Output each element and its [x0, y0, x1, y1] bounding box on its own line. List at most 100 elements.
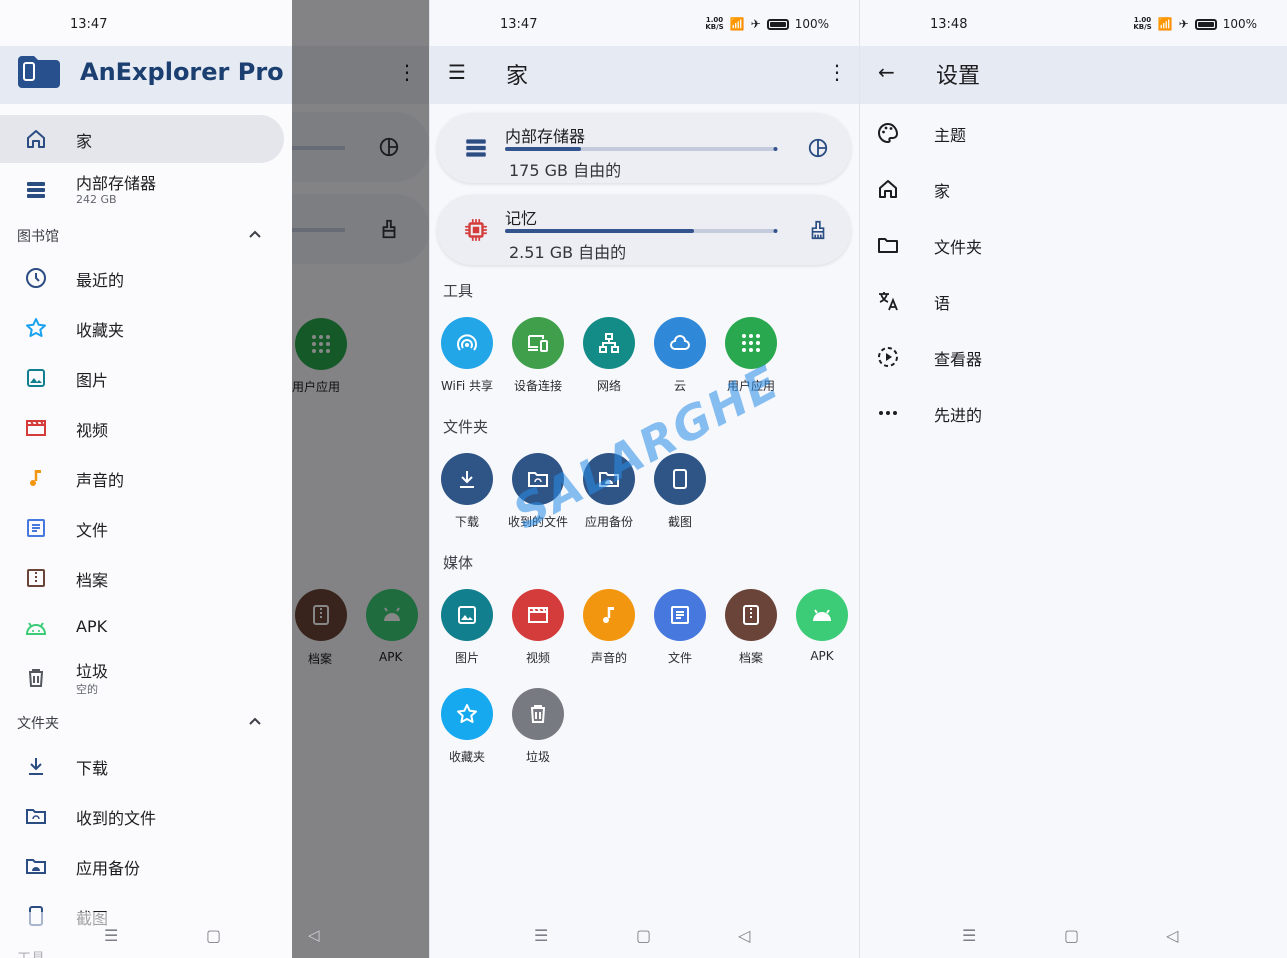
media-trash[interactable]: 垃圾	[503, 688, 573, 765]
drawer-item-label: 垃圾	[76, 662, 109, 681]
tile-circle	[583, 589, 635, 641]
drawer-screen: ⋮ 用户应用 档案 APK ◁ 13:47 AnExplorer Pro 家 内…	[0, 0, 429, 958]
section-folders: 文件夹	[17, 716, 59, 732]
media-images[interactable]: 图片	[432, 589, 502, 666]
devices-icon	[528, 335, 548, 352]
nav-menu-icon[interactable]: ☰	[962, 926, 976, 945]
drawer-item-favorites[interactable]: 收藏夹	[0, 304, 292, 352]
trash-icon	[29, 669, 43, 687]
tile-label: 声音的	[590, 651, 627, 665]
drawer-item-app-backup[interactable]: 应用备份	[0, 842, 292, 890]
tool-device-connect[interactable]: 设备连接	[503, 317, 573, 394]
navigation-drawer: 13:47 AnExplorer Pro 家 内部存储器 242 GB 图书馆 …	[0, 0, 292, 958]
settings-item-theme[interactable]: 主题	[860, 105, 1287, 161]
card-value: 175 GB 自由的	[509, 161, 622, 180]
nav-menu-icon[interactable]: ☰	[104, 926, 118, 945]
card-title: 内部存储器	[505, 127, 586, 146]
chevron-up-icon[interactable]	[248, 714, 262, 728]
image-icon	[458, 606, 476, 624]
wifi-icon: 📶	[1157, 17, 1173, 31]
drawer-item-label: 档案	[76, 571, 109, 590]
settings-item-language[interactable]: 语	[860, 273, 1287, 329]
chevron-up-icon[interactable]	[248, 227, 262, 241]
storage-progress	[505, 147, 778, 151]
trash-icon	[531, 705, 545, 723]
tool-cloud[interactable]: 云	[645, 317, 715, 394]
media-archives[interactable]: 档案	[716, 589, 786, 666]
storage-card-internal[interactable]: 内部存储器 175 GB 自由的	[437, 113, 851, 183]
archive-icon	[743, 605, 759, 625]
storage-icon	[27, 182, 45, 198]
settings-item-home[interactable]: 家	[860, 161, 1287, 217]
folder-icon	[878, 238, 898, 253]
drawer-item-label: APK	[76, 617, 108, 636]
nav-back-icon[interactable]: ◁	[738, 926, 750, 945]
section-folders: 文件夹	[443, 418, 489, 436]
drawer-item-label: 收到的文件	[76, 809, 157, 828]
status-icons: 1.00 KB/S 📶 ✈ 100%	[1133, 17, 1257, 32]
drawer-item-received[interactable]: 收到的文件	[0, 792, 292, 840]
storage-icon	[466, 139, 486, 157]
nav-home-icon[interactable]: ▢	[206, 926, 221, 945]
drawer-item-internal-storage[interactable]: 内部存储器 242 GB	[0, 166, 292, 214]
video-icon	[26, 420, 46, 436]
settings-item-advanced[interactable]: 先进的	[860, 385, 1287, 441]
tile-circle	[441, 589, 493, 641]
media-videos[interactable]: 视频	[503, 589, 573, 666]
phone-icon	[673, 469, 687, 489]
tool-wifi-share[interactable]: WiFi 共享	[432, 317, 502, 394]
media-audio[interactable]: 声音的	[574, 589, 644, 666]
status-time: 13:47	[70, 17, 108, 32]
more-horiz-icon	[879, 411, 897, 415]
app-logo-icon	[18, 56, 60, 88]
settings-item-viewer[interactable]: 查看器	[860, 329, 1287, 385]
cloud-icon	[670, 335, 690, 350]
star-icon	[457, 704, 477, 723]
drawer-item-label: 图片	[76, 371, 109, 390]
memory-progress	[505, 229, 778, 233]
drawer-item-documents[interactable]: 文件	[0, 504, 292, 552]
drawer-item-images[interactable]: 图片	[0, 354, 292, 402]
drawer-item-label: 收藏夹	[76, 321, 125, 340]
drawer-item-label: 最近的	[76, 271, 125, 290]
nav-back-icon[interactable]: ◁	[308, 926, 320, 944]
tool-network[interactable]: 网络	[574, 317, 644, 394]
back-arrow-icon[interactable]: ←	[878, 60, 902, 84]
drawer-item-home[interactable]: 家	[0, 115, 284, 163]
nav-menu-icon[interactable]: ☰	[534, 926, 548, 945]
download-icon	[29, 758, 43, 775]
drawer-item-apk[interactable]: APK	[0, 604, 292, 652]
nav-home-icon[interactable]: ▢	[636, 926, 651, 945]
system-nav-bar: ☰ ▢ ◁	[860, 912, 1287, 958]
nav-home-icon[interactable]: ▢	[1064, 926, 1079, 945]
settings-item-folders[interactable]: 文件夹	[860, 217, 1287, 273]
drawer-item-recent[interactable]: 最近的	[0, 254, 292, 302]
battery-level: 100%	[1222, 17, 1257, 31]
more-vert-icon[interactable]: ⋮	[827, 60, 847, 84]
wifi-share-icon	[457, 334, 477, 351]
media-documents[interactable]: 文件	[645, 589, 715, 666]
drawer-item-audio[interactable]: 声音的	[0, 454, 292, 502]
folder-download[interactable]: 下载	[432, 453, 502, 530]
battery-icon	[766, 18, 789, 30]
memory-card[interactable]: 记忆 2.51 GB 自由的	[437, 195, 851, 265]
settings-item-label: 文件夹	[934, 238, 983, 257]
media-favorites[interactable]: 收藏夹	[432, 688, 502, 765]
drawer-item-trash[interactable]: 垃圾 空的	[0, 654, 292, 702]
nav-back-icon[interactable]: ◁	[1166, 926, 1178, 945]
drawer-item-download[interactable]: 下载	[0, 742, 292, 790]
menu-icon[interactable]: ☰	[448, 60, 472, 84]
tile-circle	[654, 589, 706, 641]
settings-item-label: 家	[934, 182, 951, 201]
tile-label: 收藏夹	[448, 750, 485, 764]
android-icon	[813, 609, 831, 621]
drawer-item-videos[interactable]: 视频	[0, 404, 292, 452]
document-icon	[27, 519, 45, 537]
analyze-icon[interactable]	[807, 137, 829, 159]
drawer-item-archives[interactable]: 档案	[0, 554, 292, 602]
section-tools: 工具	[443, 282, 474, 300]
tile-label: 截图	[667, 515, 692, 529]
clean-icon[interactable]	[807, 219, 829, 241]
drawer-item-label: 下载	[76, 759, 109, 778]
media-apk[interactable]: APK	[787, 589, 857, 663]
